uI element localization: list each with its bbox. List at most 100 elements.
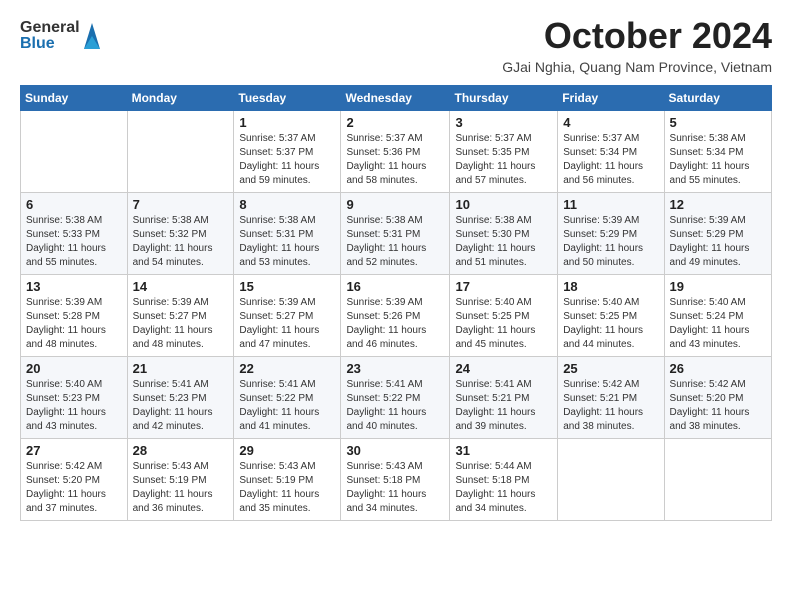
day-info: Sunrise: 5:37 AM Sunset: 5:37 PM Dayligh…	[239, 132, 335, 188]
calendar-week-4: 20 Sunrise: 5:40 AM Sunset: 5:23 PM Dayli…	[21, 357, 772, 439]
day-number: 8	[239, 197, 335, 212]
day-info: Sunrise: 5:39 AM Sunset: 5:28 PM Dayligh…	[26, 296, 122, 352]
calendar-cell: 23 Sunrise: 5:41 AM Sunset: 5:22 PM Dayli…	[341, 357, 450, 439]
col-header-tuesday: Tuesday	[234, 86, 341, 111]
calendar-cell: 10 Sunrise: 5:38 AM Sunset: 5:30 PM Dayli…	[450, 193, 558, 275]
logo: General Blue	[20, 20, 102, 52]
day-info: Sunrise: 5:44 AM Sunset: 5:18 PM Dayligh…	[455, 460, 552, 516]
day-info: Sunrise: 5:38 AM Sunset: 5:31 PM Dayligh…	[239, 214, 335, 270]
day-info: Sunrise: 5:39 AM Sunset: 5:26 PM Dayligh…	[346, 296, 444, 352]
calendar-cell: 13 Sunrise: 5:39 AM Sunset: 5:28 PM Dayli…	[21, 275, 128, 357]
calendar-cell: 8 Sunrise: 5:38 AM Sunset: 5:31 PM Daylig…	[234, 193, 341, 275]
calendar-cell: 2 Sunrise: 5:37 AM Sunset: 5:36 PM Daylig…	[341, 111, 450, 193]
day-info: Sunrise: 5:38 AM Sunset: 5:34 PM Dayligh…	[670, 132, 766, 188]
calendar-cell: 3 Sunrise: 5:37 AM Sunset: 5:35 PM Daylig…	[450, 111, 558, 193]
calendar-cell	[21, 111, 128, 193]
calendar-header-row: SundayMondayTuesdayWednesdayThursdayFrid…	[21, 86, 772, 111]
calendar-cell: 7 Sunrise: 5:38 AM Sunset: 5:32 PM Daylig…	[127, 193, 234, 275]
calendar-cell: 30 Sunrise: 5:43 AM Sunset: 5:18 PM Dayli…	[341, 439, 450, 521]
day-number: 19	[670, 279, 766, 294]
day-number: 11	[563, 197, 658, 212]
day-info: Sunrise: 5:40 AM Sunset: 5:24 PM Dayligh…	[670, 296, 766, 352]
calendar-cell: 29Sunrise: 5:43 AM Sunset: 5:19 PM Dayli…	[234, 439, 341, 521]
day-info: Sunrise: 5:38 AM Sunset: 5:32 PM Dayligh…	[133, 214, 229, 270]
calendar-week-1: 1Sunrise: 5:37 AM Sunset: 5:37 PM Daylig…	[21, 111, 772, 193]
day-number: 28	[133, 443, 229, 458]
calendar-cell: 20 Sunrise: 5:40 AM Sunset: 5:23 PM Dayli…	[21, 357, 128, 439]
day-info: Sunrise: 5:41 AM Sunset: 5:22 PM Dayligh…	[346, 378, 444, 434]
day-number: 10	[455, 197, 552, 212]
day-number: 16	[346, 279, 444, 294]
day-number: 3	[455, 115, 552, 130]
calendar-week-2: 6 Sunrise: 5:38 AM Sunset: 5:33 PM Daylig…	[21, 193, 772, 275]
day-info: Sunrise: 5:38 AM Sunset: 5:33 PM Dayligh…	[26, 214, 122, 270]
day-number: 6	[26, 197, 122, 212]
col-header-thursday: Thursday	[450, 86, 558, 111]
day-info: Sunrise: 5:40 AM Sunset: 5:25 PM Dayligh…	[455, 296, 552, 352]
day-number: 2	[346, 115, 444, 130]
calendar-week-5: 27Sunrise: 5:42 AM Sunset: 5:20 PM Dayli…	[21, 439, 772, 521]
calendar-cell: 6 Sunrise: 5:38 AM Sunset: 5:33 PM Daylig…	[21, 193, 128, 275]
day-info: Sunrise: 5:38 AM Sunset: 5:31 PM Dayligh…	[346, 214, 444, 270]
day-number: 18	[563, 279, 658, 294]
calendar-cell	[664, 439, 771, 521]
day-number: 15	[239, 279, 335, 294]
calendar-cell: 15 Sunrise: 5:39 AM Sunset: 5:27 PM Dayli…	[234, 275, 341, 357]
calendar-cell: 22 Sunrise: 5:41 AM Sunset: 5:22 PM Dayli…	[234, 357, 341, 439]
day-info: Sunrise: 5:38 AM Sunset: 5:30 PM Dayligh…	[455, 214, 552, 270]
calendar-cell: 28Sunrise: 5:43 AM Sunset: 5:19 PM Dayli…	[127, 439, 234, 521]
calendar-cell: 19 Sunrise: 5:40 AM Sunset: 5:24 PM Dayli…	[664, 275, 771, 357]
logo-icon	[82, 21, 102, 51]
day-info: Sunrise: 5:41 AM Sunset: 5:21 PM Dayligh…	[455, 378, 552, 434]
col-header-sunday: Sunday	[21, 86, 128, 111]
day-info: Sunrise: 5:39 AM Sunset: 5:29 PM Dayligh…	[563, 214, 658, 270]
day-info: Sunrise: 5:39 AM Sunset: 5:27 PM Dayligh…	[133, 296, 229, 352]
day-info: Sunrise: 5:39 AM Sunset: 5:27 PM Dayligh…	[239, 296, 335, 352]
day-number: 12	[670, 197, 766, 212]
day-number: 4	[563, 115, 658, 130]
day-number: 13	[26, 279, 122, 294]
day-info: Sunrise: 5:43 AM Sunset: 5:18 PM Dayligh…	[346, 460, 444, 516]
calendar-cell: 4 Sunrise: 5:37 AM Sunset: 5:34 PM Daylig…	[558, 111, 664, 193]
day-info: Sunrise: 5:40 AM Sunset: 5:23 PM Dayligh…	[26, 378, 122, 434]
day-number: 21	[133, 361, 229, 376]
day-number: 24	[455, 361, 552, 376]
col-header-monday: Monday	[127, 86, 234, 111]
location: GJai Nghia, Quang Nam Province, Vietnam	[502, 59, 772, 75]
calendar-cell: 21Sunrise: 5:41 AM Sunset: 5:23 PM Dayli…	[127, 357, 234, 439]
day-info: Sunrise: 5:42 AM Sunset: 5:21 PM Dayligh…	[563, 378, 658, 434]
day-info: Sunrise: 5:37 AM Sunset: 5:35 PM Dayligh…	[455, 132, 552, 188]
col-header-friday: Friday	[558, 86, 664, 111]
day-number: 20	[26, 361, 122, 376]
calendar-cell: 5Sunrise: 5:38 AM Sunset: 5:34 PM Daylig…	[664, 111, 771, 193]
calendar-cell: 24 Sunrise: 5:41 AM Sunset: 5:21 PM Dayli…	[450, 357, 558, 439]
calendar-cell	[558, 439, 664, 521]
calendar-cell: 12 Sunrise: 5:39 AM Sunset: 5:29 PM Dayli…	[664, 193, 771, 275]
calendar-cell: 25Sunrise: 5:42 AM Sunset: 5:21 PM Dayli…	[558, 357, 664, 439]
day-number: 31	[455, 443, 552, 458]
day-number: 14	[133, 279, 229, 294]
day-info: Sunrise: 5:42 AM Sunset: 5:20 PM Dayligh…	[670, 378, 766, 434]
calendar-cell: 18Sunrise: 5:40 AM Sunset: 5:25 PM Dayli…	[558, 275, 664, 357]
header: General Blue October 2024 GJai Nghia, Qu…	[20, 15, 772, 75]
calendar-cell: 16 Sunrise: 5:39 AM Sunset: 5:26 PM Dayli…	[341, 275, 450, 357]
day-info: Sunrise: 5:39 AM Sunset: 5:29 PM Dayligh…	[670, 214, 766, 270]
title-block: October 2024 GJai Nghia, Quang Nam Provi…	[502, 15, 772, 75]
day-info: Sunrise: 5:37 AM Sunset: 5:34 PM Dayligh…	[563, 132, 658, 188]
day-number: 17	[455, 279, 552, 294]
day-number: 9	[346, 197, 444, 212]
calendar-cell	[127, 111, 234, 193]
day-info: Sunrise: 5:41 AM Sunset: 5:22 PM Dayligh…	[239, 378, 335, 434]
calendar-cell: 17 Sunrise: 5:40 AM Sunset: 5:25 PM Dayli…	[450, 275, 558, 357]
day-number: 30	[346, 443, 444, 458]
calendar-cell: 26Sunrise: 5:42 AM Sunset: 5:20 PM Dayli…	[664, 357, 771, 439]
day-number: 23	[346, 361, 444, 376]
col-header-saturday: Saturday	[664, 86, 771, 111]
day-info: Sunrise: 5:37 AM Sunset: 5:36 PM Dayligh…	[346, 132, 444, 188]
day-number: 22	[239, 361, 335, 376]
day-number: 7	[133, 197, 229, 212]
day-number: 27	[26, 443, 122, 458]
calendar-cell: 14 Sunrise: 5:39 AM Sunset: 5:27 PM Dayli…	[127, 275, 234, 357]
day-number: 29	[239, 443, 335, 458]
col-header-wednesday: Wednesday	[341, 86, 450, 111]
